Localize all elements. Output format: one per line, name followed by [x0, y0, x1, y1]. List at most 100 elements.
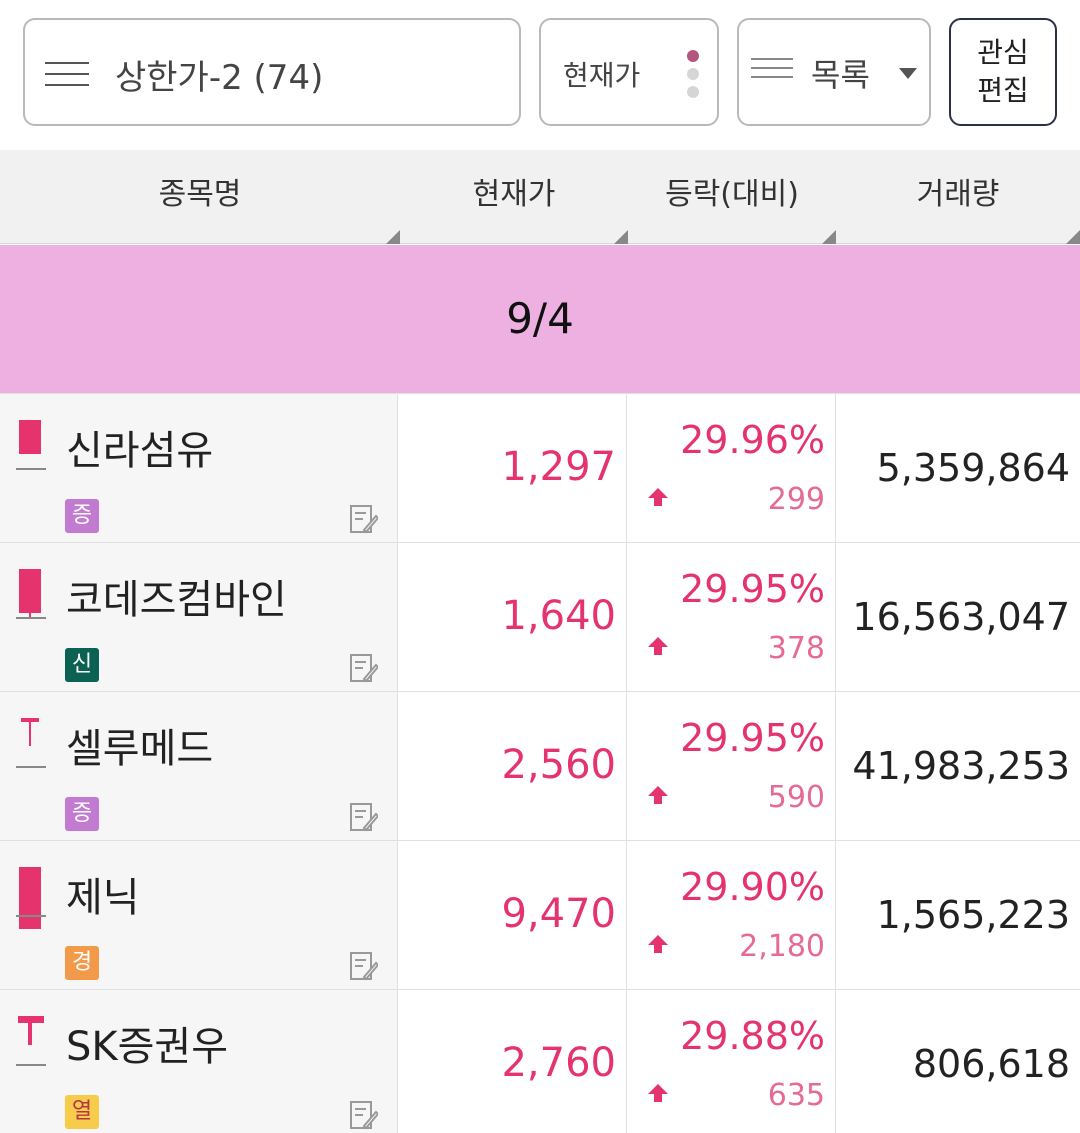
column-header-price-label: 현재가	[472, 177, 556, 212]
stock-name: 신라섬유	[66, 428, 214, 474]
watchlist-group-select[interactable]: 상한가-2 (74)	[23, 18, 521, 126]
table-row[interactable]: 제닉 경 9,470 29.90% 2,180 1,565,223	[0, 840, 1080, 990]
change-cell: 29.90% 2,180	[627, 841, 836, 990]
memo-icon[interactable]	[350, 504, 378, 534]
sort-indicator-icon	[386, 230, 400, 244]
up-arrow-icon	[648, 935, 668, 953]
candle-icon	[16, 718, 46, 788]
sort-indicator-icon	[1066, 230, 1080, 244]
volume: 16,563,047	[852, 595, 1070, 639]
hamburger-menu-icon[interactable]	[45, 62, 89, 86]
up-arrow-icon	[648, 637, 668, 655]
column-header-name-label: 종목명	[158, 177, 242, 212]
sort-indicator-icon	[822, 230, 836, 244]
current-price: 1,640	[501, 593, 616, 639]
change-percent: 29.95%	[680, 567, 825, 611]
change-amount: 2,180	[739, 929, 825, 964]
change-cell: 29.88% 635	[627, 990, 836, 1133]
price-mode-toggle[interactable]: 현재가	[539, 18, 719, 126]
volume: 1,565,223	[876, 893, 1070, 937]
stock-name-cell: 셀루메드 증	[0, 692, 398, 841]
volume-cell: 1,565,223	[836, 841, 1080, 990]
table-row[interactable]: 코데즈컴바인 신 1,640 29.95% 378 16,563,047	[0, 542, 1080, 692]
column-header-change[interactable]: 등락(대비)	[628, 150, 836, 244]
change-percent: 29.90%	[680, 865, 825, 909]
memo-icon[interactable]	[350, 802, 378, 832]
change-amount: 299	[767, 482, 825, 517]
current-price: 9,470	[501, 891, 616, 937]
stock-name: SK증권우	[66, 1024, 229, 1070]
stock-name: 셀루메드	[66, 726, 214, 772]
up-arrow-icon	[648, 1084, 668, 1102]
edit-button-label-line2: 편집	[977, 74, 1029, 107]
change-amount: 590	[767, 780, 825, 815]
view-mode-label: 목록	[811, 56, 870, 94]
volume-cell: 806,618	[836, 990, 1080, 1133]
column-header-price[interactable]: 현재가	[400, 150, 628, 244]
market-badge: 증	[65, 797, 99, 831]
watchlist-group-label: 상한가-2 (74)	[115, 58, 324, 98]
candle-icon	[16, 1016, 46, 1086]
volume: 806,618	[912, 1042, 1070, 1086]
price-cell: 9,470	[398, 841, 627, 990]
column-header-name[interactable]: 종목명	[0, 150, 400, 244]
market-badge: 증	[65, 499, 99, 533]
sort-indicator-icon	[614, 230, 628, 244]
table-row[interactable]: 셀루메드 증 2,560 29.95% 590 41,983,253	[0, 691, 1080, 841]
stock-name-cell: 제닉 경	[0, 841, 398, 990]
change-amount: 378	[767, 631, 825, 666]
change-cell: 29.96% 299	[627, 394, 836, 543]
current-price: 1,297	[501, 444, 616, 490]
stock-name-cell: SK증권우 열	[0, 990, 398, 1133]
price-cell: 2,760	[398, 990, 627, 1133]
candle-icon	[16, 867, 46, 937]
table-row[interactable]: SK증권우 열 2,760 29.88% 635 806,618	[0, 989, 1080, 1133]
table-header: 종목명 현재가 등락(대비) 거래량	[0, 150, 1080, 244]
volume: 41,983,253	[852, 744, 1070, 788]
price-cell: 1,297	[398, 394, 627, 543]
current-price: 2,760	[501, 1040, 616, 1086]
volume-cell: 16,563,047	[836, 543, 1080, 692]
stock-name-cell: 코데즈컴바인 신	[0, 543, 398, 692]
stock-list: 신라섬유 증 1,297 29.96% 299 5,359,864 코데즈컴바인…	[0, 393, 1080, 1133]
price-cell: 2,560	[398, 692, 627, 841]
column-header-volume[interactable]: 거래량	[836, 150, 1080, 244]
price-mode-label: 현재가	[563, 59, 641, 92]
candle-icon	[16, 420, 46, 490]
view-mode-dropdown[interactable]: 목록	[737, 18, 931, 126]
up-arrow-icon	[648, 786, 668, 804]
date-separator-label: 9/4	[506, 294, 574, 343]
volume-cell: 5,359,864	[836, 394, 1080, 543]
column-header-change-label: 등락(대비)	[665, 177, 799, 212]
change-cell: 29.95% 590	[627, 692, 836, 841]
chevron-down-icon	[899, 68, 917, 79]
toolbar: 상한가-2 (74) 현재가 목록 관심 편집	[0, 0, 1080, 150]
memo-icon[interactable]	[350, 951, 378, 981]
market-badge: 열	[65, 1095, 99, 1129]
change-percent: 29.88%	[680, 1014, 825, 1058]
up-arrow-icon	[648, 488, 668, 506]
market-badge: 경	[65, 946, 99, 980]
memo-icon[interactable]	[350, 1100, 378, 1130]
volume: 5,359,864	[876, 446, 1070, 490]
stock-name: 제닉	[66, 875, 140, 921]
change-percent: 29.96%	[680, 418, 825, 462]
candle-icon	[16, 569, 46, 639]
stock-name-cell: 신라섬유 증	[0, 394, 398, 543]
edit-button-label-line1: 관심	[977, 36, 1029, 69]
price-cell: 1,640	[398, 543, 627, 692]
edit-watchlist-button[interactable]: 관심 편집	[949, 18, 1057, 126]
change-cell: 29.95% 378	[627, 543, 836, 692]
page-indicator-icon	[687, 50, 701, 100]
date-separator: 9/4	[0, 245, 1080, 393]
list-icon	[751, 58, 793, 88]
change-percent: 29.95%	[680, 716, 825, 760]
column-header-volume-label: 거래량	[916, 177, 1000, 212]
volume-cell: 41,983,253	[836, 692, 1080, 841]
current-price: 2,560	[501, 742, 616, 788]
table-row[interactable]: 신라섬유 증 1,297 29.96% 299 5,359,864	[0, 393, 1080, 543]
stock-name: 코데즈컴바인	[66, 577, 287, 623]
change-amount: 635	[767, 1078, 825, 1113]
market-badge: 신	[65, 648, 99, 682]
memo-icon[interactable]	[350, 653, 378, 683]
